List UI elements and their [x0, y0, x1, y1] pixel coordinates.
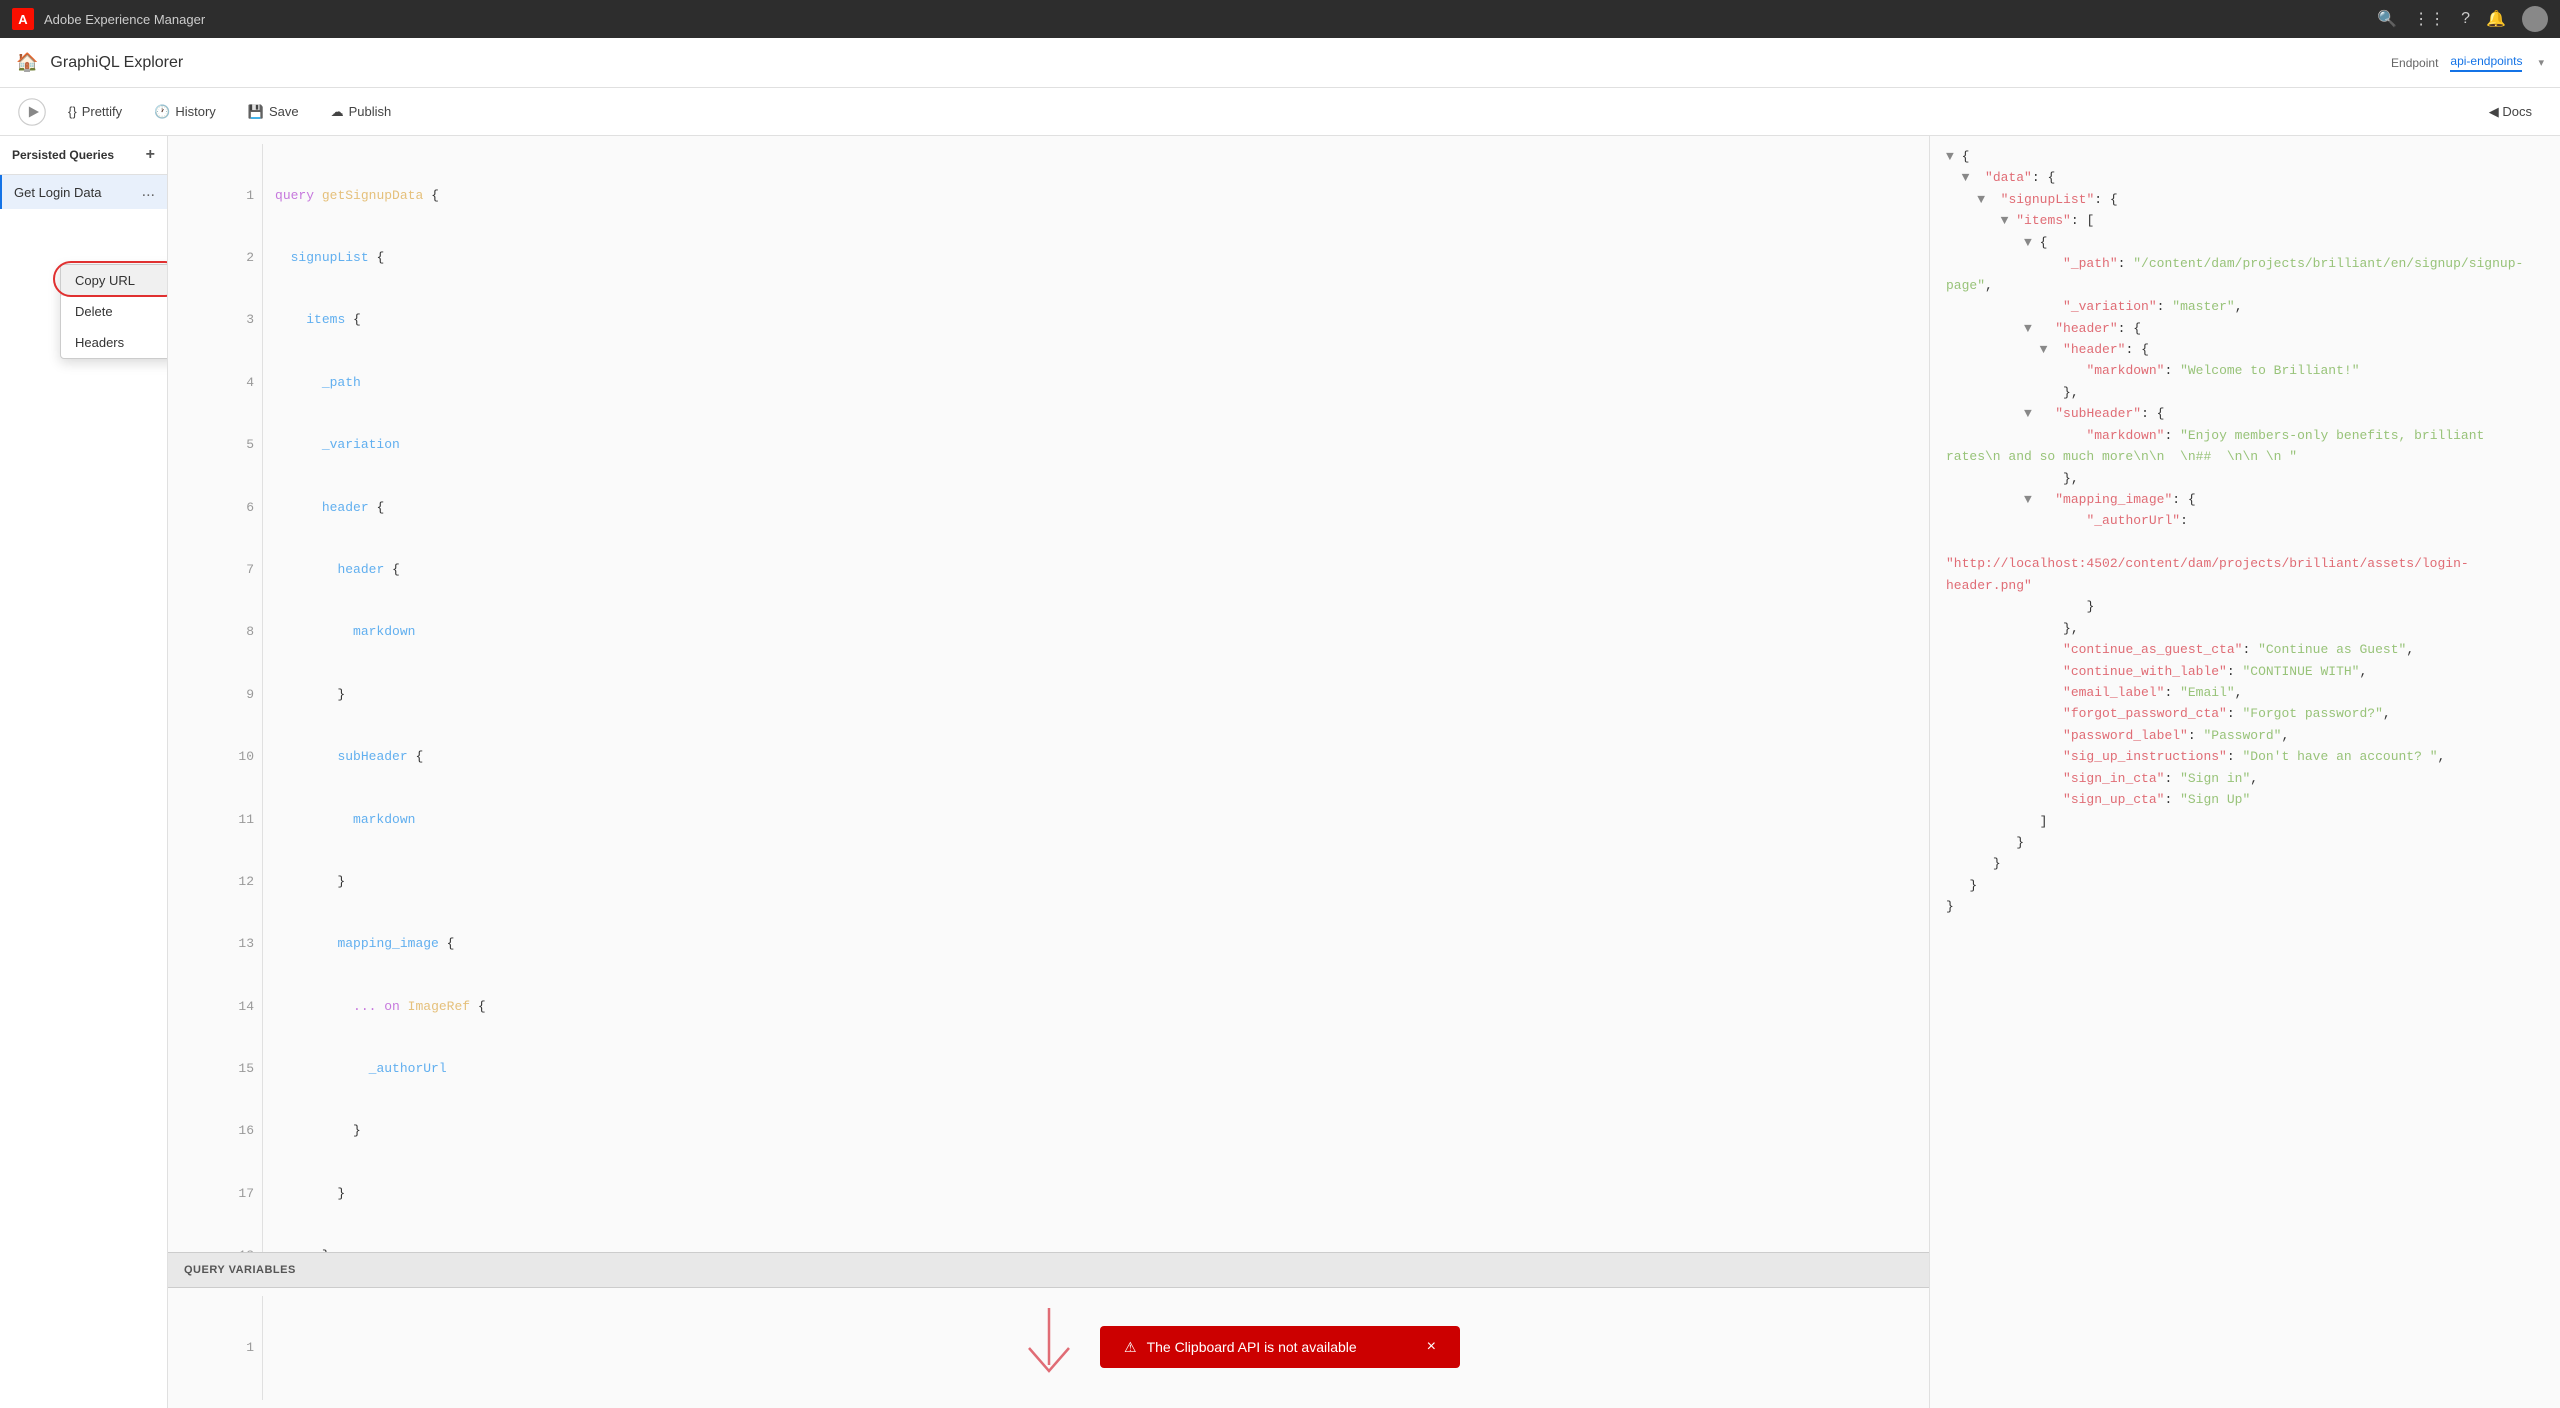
variables-line-numbers: 1 [168, 1296, 263, 1400]
app-title: Adobe Experience Manager [44, 12, 205, 27]
top-bar-right: 🔍 ⋮⋮ ? 🔔 [2377, 6, 2548, 32]
sidebar-item-more-button[interactable]: ... [142, 183, 155, 201]
context-menu: Copy URL Delete Headers [60, 264, 168, 359]
second-bar: 🏠 GraphiQL Explorer Endpoint api-endpoin… [0, 38, 2560, 88]
context-menu-copy-url[interactable]: Copy URL [61, 265, 168, 296]
home-icon[interactable]: 🏠 [16, 52, 38, 73]
query-variables-bar: QUERY VARIABLES [168, 1252, 1929, 1288]
query-variables-editor[interactable]: 1 [168, 1288, 1929, 1408]
bell-icon[interactable]: 🔔 [2486, 9, 2506, 29]
history-icon: 🕐 [154, 104, 170, 120]
sidebar-header: Persisted Queries + [0, 136, 167, 175]
query-variables-label: QUERY VARIABLES [184, 1264, 296, 1276]
toast-close-button[interactable]: × [1427, 1338, 1436, 1356]
apps-icon[interactable]: ⋮⋮ [2413, 9, 2445, 29]
user-avatar[interactable] [2522, 6, 2548, 32]
sidebar-title: Persisted Queries [12, 148, 114, 162]
variables-code[interactable] [263, 1296, 287, 1400]
toast-notification: ⚠ The Clipboard API is not available × [1100, 1326, 1460, 1368]
toast-message: The Clipboard API is not available [1147, 1339, 1357, 1355]
page-title: GraphiQL Explorer [50, 54, 183, 72]
endpoint-label: Endpoint [2391, 56, 2438, 70]
save-button[interactable]: 💾 Save [236, 98, 311, 126]
context-menu-headers[interactable]: Headers [61, 327, 168, 358]
help-icon[interactable]: ? [2461, 10, 2470, 28]
run-button[interactable] [16, 96, 48, 128]
query-editor[interactable]: 1 2 3 4 5 6 7 8 9 10 11 12 13 14 15 16 1 [168, 136, 1929, 1252]
publish-icon: ☁ [331, 104, 344, 120]
toast-warning-icon: ⚠ [1124, 1339, 1137, 1356]
add-query-button[interactable]: + [146, 146, 155, 164]
history-button[interactable]: 🕐 History [142, 98, 228, 126]
context-menu-delete[interactable]: Delete [61, 296, 168, 327]
sidebar-item-get-login-data[interactable]: Get Login Data ... [0, 175, 167, 209]
search-icon[interactable]: 🔍 [2377, 9, 2397, 29]
endpoint-chevron-icon: ▾ [2538, 56, 2544, 69]
publish-button[interactable]: ☁ Publish [319, 98, 404, 126]
arrow-annotation [1009, 1303, 1089, 1388]
sidebar: Persisted Queries + Get Login Data ... C… [0, 136, 168, 1408]
result-panel: ▼ { ▼ "data": { ▼ "signupList": { ▼ "ite… [1930, 136, 2560, 1408]
query-code[interactable]: query getSignupData { signupList { items… [263, 144, 498, 1252]
result-code: ▼ { ▼ "data": { ▼ "signupList": { ▼ "ite… [1930, 136, 2560, 928]
editor-area: 1 2 3 4 5 6 7 8 9 10 11 12 13 14 15 16 1 [168, 136, 1930, 1408]
docs-button[interactable]: ◀ Docs [2477, 98, 2544, 126]
line-numbers: 1 2 3 4 5 6 7 8 9 10 11 12 13 14 15 16 1 [168, 144, 263, 1252]
adobe-logo: A [12, 8, 34, 30]
sidebar-item-label: Get Login Data [14, 185, 101, 200]
toolbar: {} Prettify 🕐 History 💾 Save ☁ Publish ◀… [0, 88, 2560, 136]
endpoint-value[interactable]: api-endpoints [2450, 54, 2522, 72]
main-layout: Persisted Queries + Get Login Data ... C… [0, 136, 2560, 1408]
chevron-left-icon: ◀ [2489, 104, 2499, 119]
prettify-icon: {} [68, 104, 77, 119]
top-bar: A Adobe Experience Manager 🔍 ⋮⋮ ? 🔔 [0, 0, 2560, 38]
toast-left: ⚠ The Clipboard API is not available [1124, 1339, 1357, 1356]
save-icon: 💾 [248, 104, 264, 120]
prettify-button[interactable]: {} Prettify [56, 98, 134, 125]
